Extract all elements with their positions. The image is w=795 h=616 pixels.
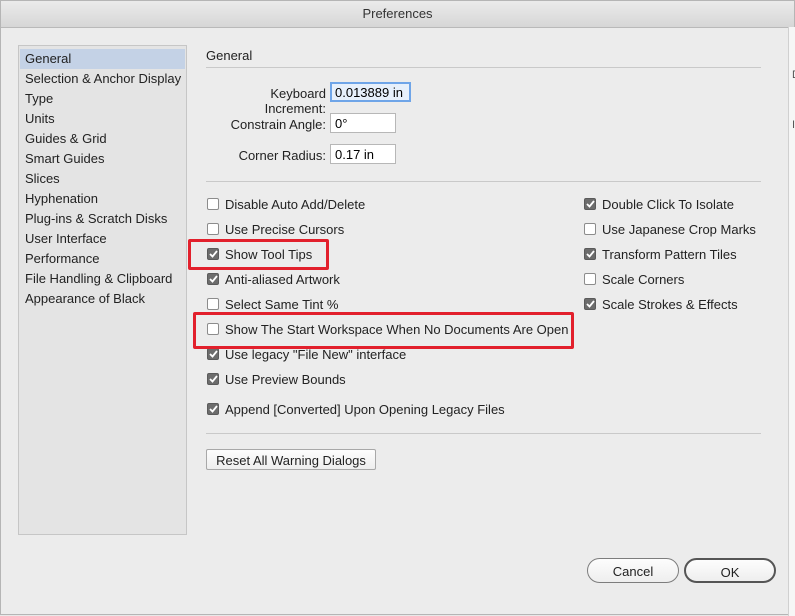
checkbox-label: Select Same Tint %	[225, 296, 339, 312]
checkbox-box[interactable]	[207, 198, 219, 210]
annotation-highlight-start-workspace	[193, 312, 574, 349]
sidebar-item-appearance-of-black[interactable]: Appearance of Black	[20, 289, 185, 309]
section-divider	[206, 67, 761, 68]
append-converted-checkbox[interactable]: Append [Converted] Upon Opening Legacy F…	[207, 401, 505, 417]
section-divider	[206, 433, 761, 434]
sidebar-item-general[interactable]: General	[20, 49, 185, 69]
checkmark-icon[interactable]	[207, 273, 219, 285]
corner-radius-label: Corner Radius:	[238, 148, 326, 163]
transform-pattern-tiles-checkbox[interactable]: Transform Pattern Tiles	[584, 246, 737, 262]
sidebar-item-performance[interactable]: Performance	[20, 249, 185, 269]
constrain-angle-label: Constrain Angle:	[230, 117, 326, 132]
cancel-button[interactable]: Cancel	[587, 558, 679, 583]
ok-button[interactable]: OK	[684, 558, 776, 583]
checkbox-box[interactable]	[584, 273, 596, 285]
use-japanese-crop-marks-checkbox[interactable]: Use Japanese Crop Marks	[584, 221, 756, 237]
sidebar-item-plugins-scratch-disks[interactable]: Plug-ins & Scratch Disks	[20, 209, 185, 229]
checkbox-box[interactable]	[207, 298, 219, 310]
sidebar-item-type[interactable]: Type	[20, 89, 185, 109]
select-same-tint-checkbox[interactable]: Select Same Tint %	[207, 296, 338, 312]
keyboard-increment-label: Keyboard Increment:	[264, 86, 326, 116]
checkbox-label: Anti-aliased Artwork	[225, 271, 340, 287]
sidebar-item-guides-grid[interactable]: Guides & Grid	[20, 129, 185, 149]
scale-corners-checkbox[interactable]: Scale Corners	[584, 271, 684, 287]
sidebar-item-file-handling-clipboard[interactable]: File Handling & Clipboard	[20, 269, 185, 289]
anti-aliased-artwork-checkbox[interactable]: Anti-aliased Artwork	[207, 271, 340, 287]
checkbox-label: Use Preview Bounds	[225, 371, 346, 387]
preferences-sidebar: General Selection & Anchor Display Type …	[18, 45, 187, 535]
checkmark-icon[interactable]	[584, 298, 596, 310]
checkmark-icon[interactable]	[584, 198, 596, 210]
reset-warning-dialogs-button[interactable]: Reset All Warning Dialogs	[206, 449, 376, 470]
disable-auto-add-delete-checkbox[interactable]: Disable Auto Add/Delete	[207, 196, 365, 212]
use-preview-bounds-checkbox[interactable]: Use Preview Bounds	[207, 371, 346, 387]
checkbox-label: Use Japanese Crop Marks	[602, 221, 756, 237]
annotation-highlight-show-tool-tips	[188, 239, 329, 270]
sidebar-item-smart-guides[interactable]: Smart Guides	[20, 149, 185, 169]
preferences-dialog: Preferences D I General Selection & Anch…	[0, 0, 795, 616]
checkbox-label: Double Click To Isolate	[602, 196, 734, 212]
sidebar-item-user-interface[interactable]: User Interface	[20, 229, 185, 249]
checkbox-label: Disable Auto Add/Delete	[225, 196, 366, 212]
scale-strokes-effects-checkbox[interactable]: Scale Strokes & Effects	[584, 296, 738, 312]
checkbox-label: Scale Strokes & Effects	[602, 296, 738, 312]
checkmark-icon[interactable]	[207, 348, 219, 360]
checkbox-label: Scale Corners	[602, 271, 685, 287]
checkmark-icon[interactable]	[584, 248, 596, 260]
checkmark-icon[interactable]	[207, 403, 219, 415]
sidebar-item-slices[interactable]: Slices	[20, 169, 185, 189]
background-window-edge: D I	[788, 27, 795, 616]
sidebar-item-hyphenation[interactable]: Hyphenation	[20, 189, 185, 209]
double-click-to-isolate-checkbox[interactable]: Double Click To Isolate	[584, 196, 734, 212]
checkmark-icon[interactable]	[207, 373, 219, 385]
corner-radius-input[interactable]	[330, 144, 396, 164]
sidebar-item-units[interactable]: Units	[20, 109, 185, 129]
section-title: General	[206, 48, 253, 63]
checkbox-label: Transform Pattern Tiles	[602, 246, 737, 262]
window-title: Preferences	[1, 1, 794, 28]
checkbox-box[interactable]	[207, 223, 219, 235]
use-precise-cursors-checkbox[interactable]: Use Precise Cursors	[207, 221, 344, 237]
section-divider	[206, 181, 761, 182]
constrain-angle-input[interactable]	[330, 113, 396, 133]
checkbox-label: Use Precise Cursors	[225, 221, 345, 237]
checkbox-label: Append [Converted] Upon Opening Legacy F…	[225, 401, 505, 417]
sidebar-item-selection-anchor-display[interactable]: Selection & Anchor Display	[20, 69, 185, 89]
keyboard-increment-input[interactable]	[330, 82, 411, 102]
checkbox-box[interactable]	[584, 223, 596, 235]
